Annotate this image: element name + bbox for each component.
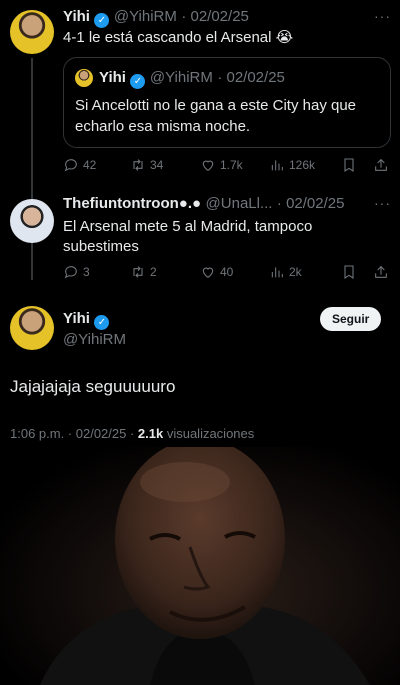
author-name[interactable]: Yihi — [63, 310, 90, 327]
views-label: visualizaciones — [163, 426, 255, 441]
smiling-man-image — [40, 447, 370, 685]
like-button[interactable]: 40 — [200, 264, 233, 280]
tweet-date[interactable]: · 02/02/25 — [181, 8, 249, 25]
avatar[interactable] — [10, 10, 54, 54]
views-bar-icon — [271, 160, 283, 171]
tweet-date[interactable]: · 02/02/25 — [277, 195, 345, 212]
follow-button[interactable]: Seguir — [320, 307, 382, 331]
reply-icon — [64, 159, 77, 172]
views-button[interactable]: 2k — [269, 264, 302, 280]
heart-icon — [202, 267, 214, 278]
bookmark-icon — [344, 158, 354, 172]
reply-count: 3 — [83, 265, 90, 279]
tweet-actions: 42 34 1.7k 126k — [63, 156, 391, 174]
thread-line — [31, 58, 33, 280]
bookmark-button[interactable] — [341, 264, 357, 280]
share-icon — [375, 158, 387, 171]
retweet-button[interactable]: 34 — [130, 157, 163, 173]
quoted-tweet[interactable]: Yihi ✓ @YihiRM · 02/02/25 Si Ancelotti n… — [63, 57, 391, 148]
views-count: 2k — [289, 265, 302, 279]
author-name[interactable]: Yihi — [63, 8, 90, 25]
share-icon — [375, 265, 387, 278]
retweet-icon — [133, 266, 143, 278]
tweet-text: 4-1 le está cascando el Arsenal 😭 — [63, 29, 294, 46]
quoted-author-handle: @YihiRM — [149, 69, 213, 86]
more-icon[interactable]: ··· — [374, 8, 391, 24]
retweet-button[interactable]: 2 — [130, 264, 157, 280]
reaction-photo[interactable] — [0, 447, 400, 685]
reply-button[interactable]: 42 — [63, 157, 96, 173]
like-count: 40 — [220, 265, 234, 279]
quoted-avatar — [75, 69, 93, 87]
bookmark-icon — [344, 265, 354, 279]
avatar[interactable] — [10, 306, 54, 350]
author-name[interactable]: Thefiuntontroon●.● — [63, 195, 201, 212]
views-count: 126k — [289, 158, 316, 172]
quoted-date: · 02/02/25 — [217, 69, 285, 86]
tweet-timestamp[interactable]: 1:06 p.m. · 02/02/25 · — [10, 426, 138, 441]
retweet-icon — [133, 159, 143, 171]
verified-icon: ✓ — [94, 13, 110, 28]
bookmark-button[interactable] — [341, 157, 357, 173]
reply-icon — [64, 266, 77, 279]
verified-icon: ✓ — [94, 315, 110, 330]
reply-button[interactable]: 3 — [63, 264, 90, 280]
author-handle[interactable]: @YihiRM — [63, 331, 126, 348]
verified-icon: ✓ — [130, 74, 146, 89]
author-handle[interactable]: @UnaLl... — [206, 195, 273, 212]
more-icon[interactable]: ··· — [374, 195, 391, 211]
quoted-author-name: Yihi — [99, 69, 126, 86]
author-handle[interactable]: @YihiRM — [114, 8, 177, 25]
like-count: 1.7k — [220, 158, 243, 172]
heart-icon — [202, 160, 214, 171]
like-button[interactable]: 1.7k — [200, 157, 243, 173]
reply-count: 42 — [83, 158, 97, 172]
retweet-count: 2 — [150, 265, 157, 279]
avatar[interactable] — [10, 199, 54, 243]
quoted-text: Si Ancelotti no le gana a este City hay … — [75, 97, 357, 135]
retweet-count: 34 — [150, 158, 164, 172]
views-count: 2.1k — [137, 426, 164, 441]
views-bar-icon — [271, 267, 283, 278]
tweet-actions: 3 2 40 2k — [63, 263, 391, 281]
share-button[interactable] — [373, 264, 389, 280]
tweet-meta: 1:06 p.m. · 02/02/25 · 2.1k visualizacio… — [10, 426, 254, 441]
tweet-text: El Arsenal mete 5 al Madrid, tampoco sub… — [63, 218, 313, 255]
share-button[interactable] — [373, 157, 389, 173]
tweet-text: Jajajajaja seguuuuuro — [10, 377, 176, 396]
views-button[interactable]: 126k — [269, 157, 315, 173]
